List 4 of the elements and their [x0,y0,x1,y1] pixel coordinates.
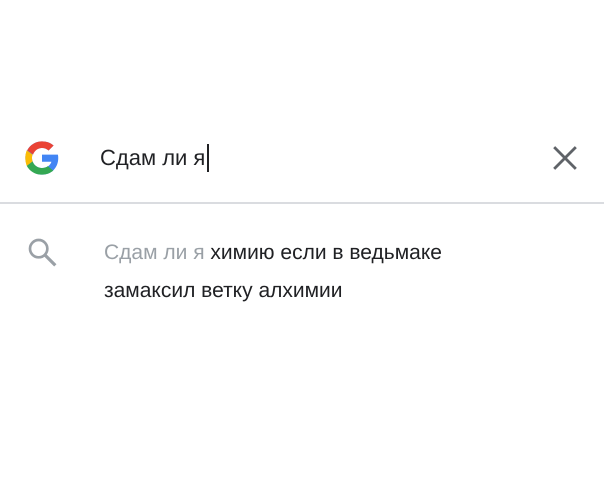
search-icon [26,236,58,268]
search-suggestion[interactable]: Сдам ли я химию если в ведьмаке замаксил ветку алхимии [104,234,529,310]
search-query[interactable]: Сдам ли я [100,145,206,171]
close-icon[interactable] [552,145,578,171]
